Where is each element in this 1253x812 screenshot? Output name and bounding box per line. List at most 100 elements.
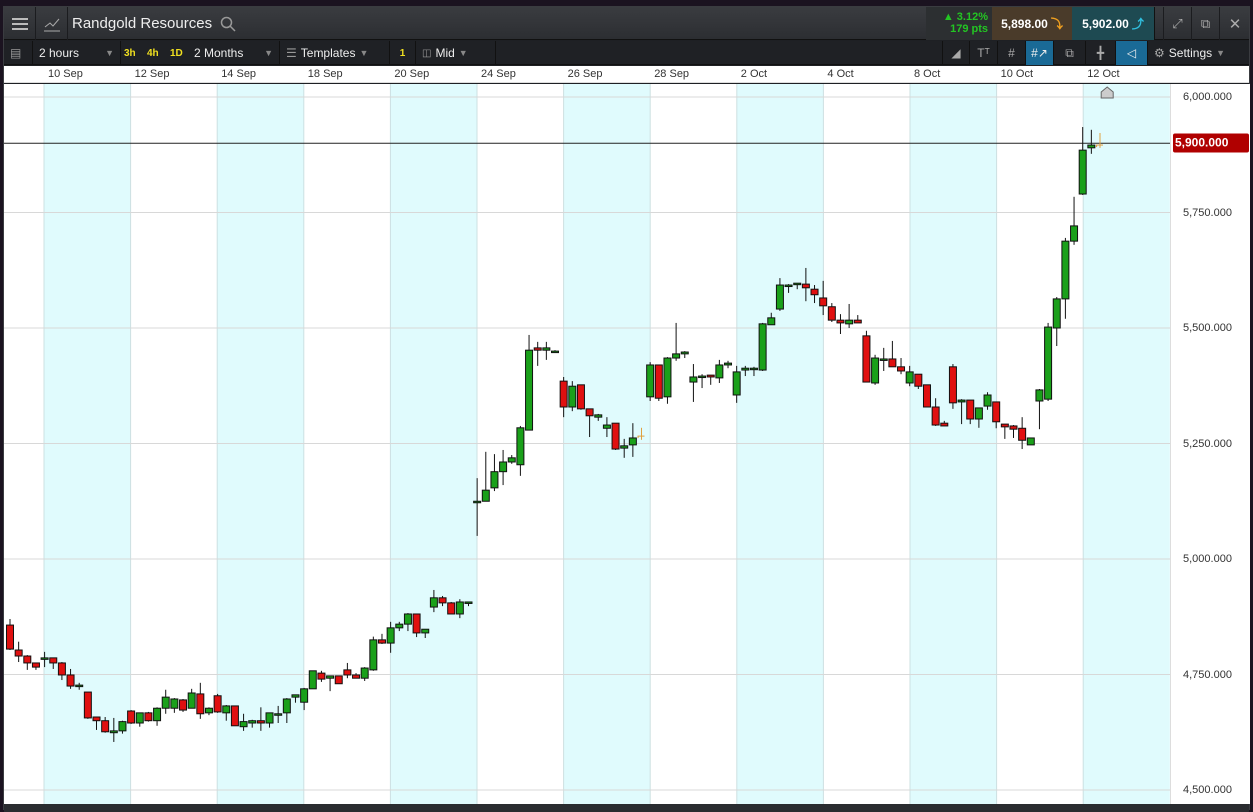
candle[interactable] xyxy=(145,712,152,722)
candle[interactable] xyxy=(1062,238,1069,319)
candle[interactable] xyxy=(716,360,723,383)
candle[interactable] xyxy=(309,671,316,689)
candle[interactable] xyxy=(673,323,680,361)
candle[interactable] xyxy=(1036,389,1043,429)
candle[interactable] xyxy=(84,692,91,719)
candle[interactable] xyxy=(370,637,377,671)
chart-plot[interactable] xyxy=(4,84,1170,804)
candle[interactable] xyxy=(543,342,550,360)
popout-button[interactable]: ⧉ xyxy=(1192,7,1220,40)
candle[interactable] xyxy=(647,362,654,401)
candle[interactable] xyxy=(949,364,956,409)
candle[interactable] xyxy=(1045,323,1052,401)
candle[interactable] xyxy=(32,663,39,670)
candle[interactable] xyxy=(759,323,766,371)
layers-button[interactable]: ⧉ xyxy=(1054,41,1086,65)
candle[interactable] xyxy=(699,374,706,388)
candle-body xyxy=(136,713,143,723)
candle[interactable] xyxy=(1010,425,1017,438)
candle[interactable] xyxy=(1027,438,1034,445)
candle[interactable] xyxy=(517,426,524,476)
candle[interactable] xyxy=(162,690,169,714)
candle[interactable] xyxy=(327,676,334,691)
search-icon[interactable] xyxy=(220,16,236,32)
candle[interactable] xyxy=(854,315,861,323)
candle[interactable] xyxy=(205,707,212,715)
candle[interactable] xyxy=(1001,424,1008,439)
candle[interactable] xyxy=(231,706,238,726)
drawing-tool-button[interactable]: ◢ xyxy=(942,41,970,65)
candle[interactable] xyxy=(1071,197,1078,245)
candle[interactable] xyxy=(180,699,187,712)
sell-button[interactable]: 5,898.00 ⤵ xyxy=(992,7,1072,40)
candle[interactable] xyxy=(690,364,697,402)
interval-select[interactable]: 2 hours▼ xyxy=(33,41,121,65)
candle[interactable] xyxy=(361,667,368,681)
candle[interactable] xyxy=(828,303,835,322)
candle[interactable] xyxy=(664,357,671,404)
candle[interactable] xyxy=(534,342,541,366)
candle[interactable] xyxy=(378,634,385,644)
candle[interactable] xyxy=(577,385,584,410)
candle[interactable] xyxy=(1019,417,1026,449)
candle[interactable] xyxy=(136,713,143,727)
quick-1d[interactable]: 1D xyxy=(167,41,186,65)
grid-button[interactable]: # xyxy=(998,41,1026,65)
candle[interactable] xyxy=(335,676,342,684)
candle-body xyxy=(673,354,680,358)
candle[interactable] xyxy=(898,358,905,374)
candle[interactable] xyxy=(353,673,360,678)
instrument-title[interactable]: Randgold Resources xyxy=(72,7,236,40)
candle-style-button[interactable]: ╋ xyxy=(1086,41,1116,65)
maximize-button[interactable]: ⤢ xyxy=(1164,7,1192,40)
range-select[interactable]: 2 Months▼ xyxy=(188,41,280,65)
candle[interactable] xyxy=(482,452,489,501)
candle[interactable] xyxy=(214,694,221,713)
menu-button[interactable] xyxy=(4,7,36,40)
candle[interactable] xyxy=(508,455,515,464)
candle[interactable] xyxy=(612,423,619,450)
candle[interactable] xyxy=(197,683,204,719)
candle[interactable] xyxy=(681,351,688,358)
close-button[interactable]: ✕ xyxy=(1220,7,1250,40)
drag-handle[interactable] xyxy=(1154,7,1164,40)
templates-button[interactable]: ☰Templates▼ xyxy=(280,41,390,65)
indicator-count[interactable]: 1 xyxy=(390,41,416,65)
candle[interactable] xyxy=(318,671,325,682)
candle[interactable] xyxy=(500,450,507,485)
candle[interactable] xyxy=(491,454,498,491)
candle[interactable] xyxy=(837,314,844,334)
candle[interactable] xyxy=(171,698,178,713)
crosshair-grid-button[interactable]: #↗ xyxy=(1026,41,1054,65)
price-label-button[interactable]: ◁ xyxy=(1116,41,1148,65)
candle[interactable] xyxy=(128,710,135,724)
chart-type-button[interactable] xyxy=(36,7,68,40)
text-tool-button[interactable]: Tᵀ xyxy=(970,41,998,65)
candle[interactable] xyxy=(846,304,853,328)
candle[interactable] xyxy=(526,335,533,430)
quick-3h[interactable]: 3h xyxy=(121,41,139,65)
candle[interactable] xyxy=(872,355,879,385)
candle[interactable] xyxy=(448,602,455,614)
candle[interactable] xyxy=(344,663,351,678)
candle[interactable] xyxy=(880,348,887,371)
price-type-select[interactable]: ◫Mid▼ xyxy=(416,41,496,65)
candle[interactable] xyxy=(1053,297,1060,346)
candle[interactable] xyxy=(863,331,870,382)
candle[interactable] xyxy=(923,385,930,407)
candle[interactable] xyxy=(154,707,161,725)
candle[interactable] xyxy=(24,655,31,670)
settings-button[interactable]: ⚙Settings▼ xyxy=(1148,41,1251,65)
quick-4h[interactable]: 4h xyxy=(144,41,162,65)
price-axis[interactable]: 6,000.0005,750.0005,500.0005,250.0005,00… xyxy=(1170,84,1250,804)
candle[interactable] xyxy=(552,350,559,353)
buy-button[interactable]: 5,902.00 ⤴ xyxy=(1072,7,1154,40)
candle[interactable] xyxy=(188,689,195,708)
candle[interactable] xyxy=(7,619,14,650)
candle[interactable] xyxy=(15,642,22,662)
candle[interactable] xyxy=(707,375,714,385)
candle[interactable] xyxy=(889,341,896,367)
list-button[interactable]: ▤ xyxy=(4,41,33,65)
candle[interactable] xyxy=(655,365,662,401)
candle[interactable] xyxy=(725,361,732,368)
